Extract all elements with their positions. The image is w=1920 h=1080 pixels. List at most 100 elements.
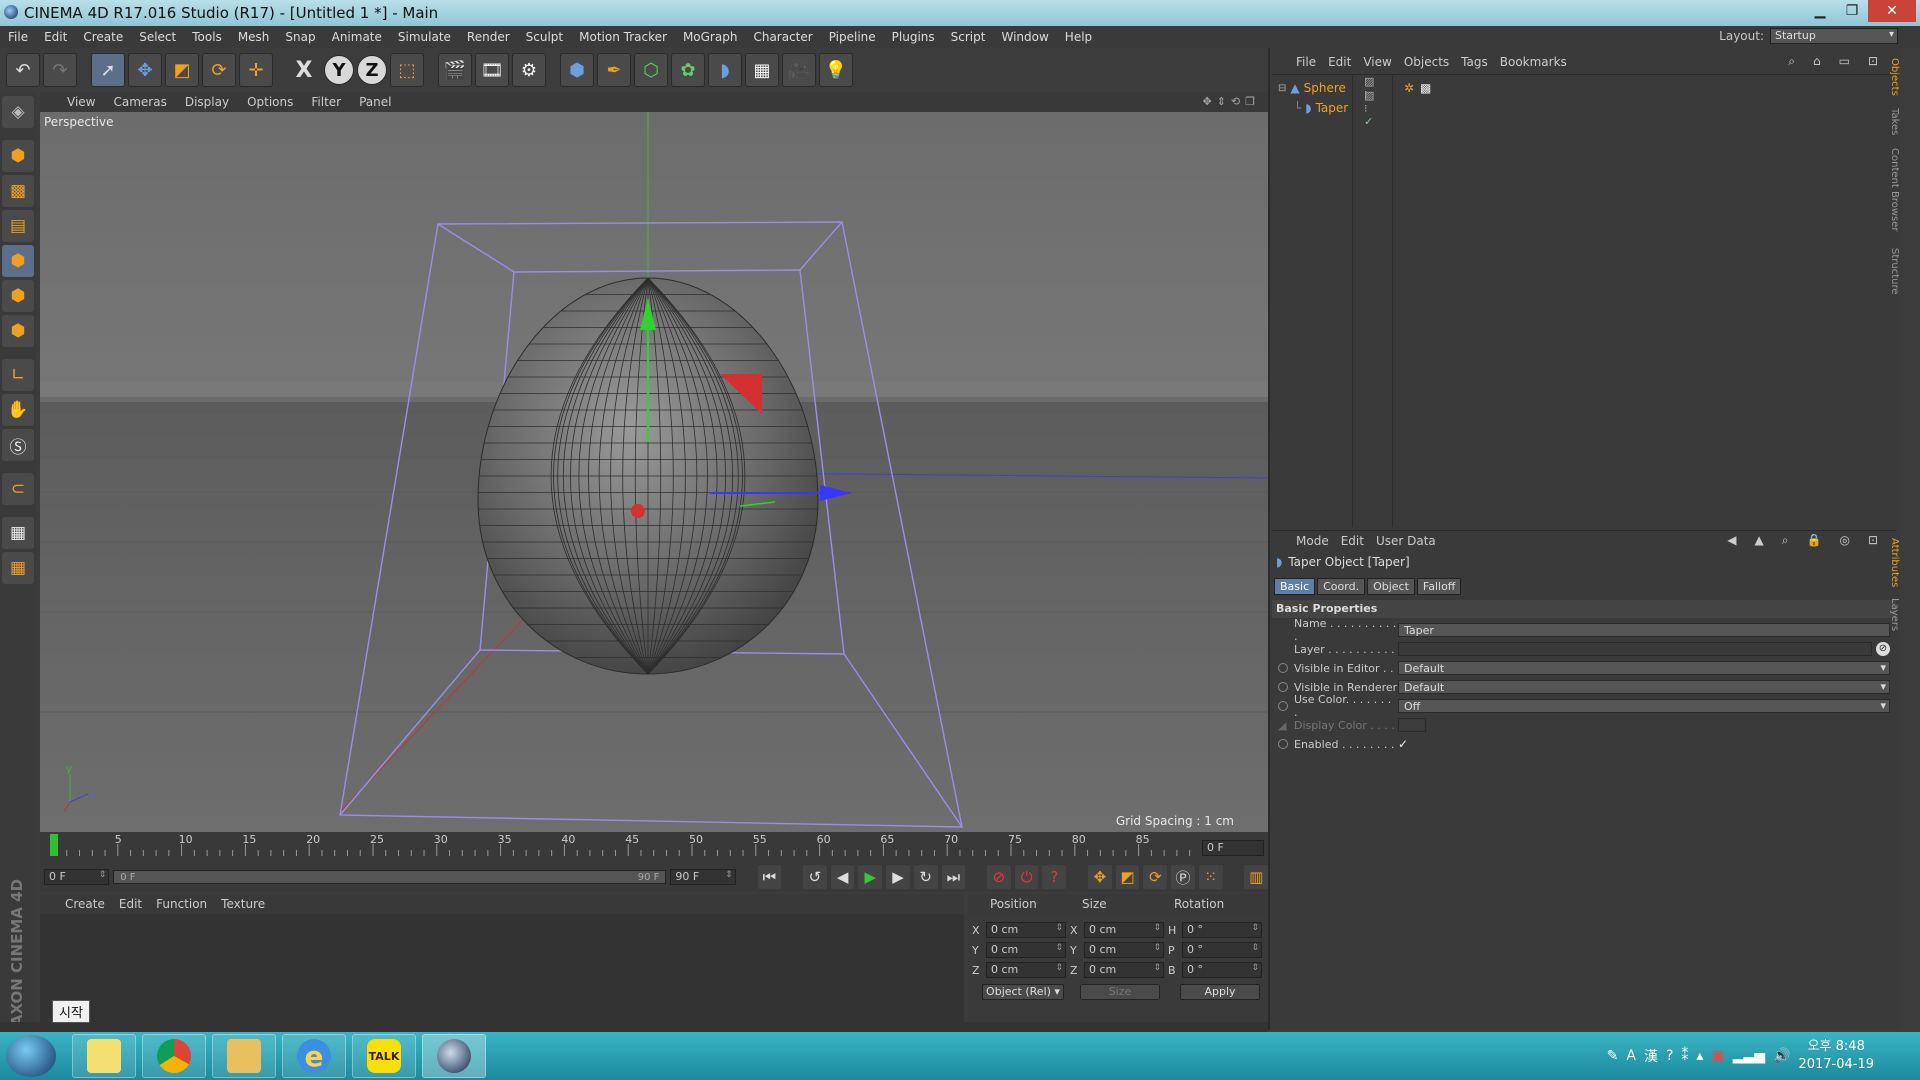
animate-toggle-icon[interactable] [1278, 739, 1288, 749]
model-mode-button[interactable]: ⬢ [2, 140, 34, 172]
add-camera-button[interactable]: 🎥 [782, 53, 816, 87]
menu-simulate[interactable]: Simulate [390, 30, 459, 44]
display-color-swatch[interactable] [1398, 718, 1426, 732]
go-to-end-button[interactable]: ⏭ [941, 865, 966, 889]
add-subdivision-button[interactable]: ⬡ [634, 53, 668, 87]
menu-mesh[interactable]: Mesh [230, 30, 278, 44]
viewport-camera-label[interactable]: Perspective [44, 115, 114, 129]
object-name-sphere[interactable]: Sphere [1304, 81, 1346, 95]
go-to-previous-key-button[interactable]: ↺ [803, 865, 827, 889]
object-row-sphere[interactable]: ⊟ ▲ Sphere ▨ ⁝ ✲ ▩ [1278, 75, 1431, 101]
planar-workplane-button[interactable]: ▦ [2, 552, 34, 584]
taskbar-kakaotalk[interactable]: TALK [352, 1034, 416, 1078]
max-time-field[interactable]: 90 F [670, 869, 736, 885]
visible-in-editor-dropdown[interactable]: Default [1398, 661, 1890, 675]
menu-file[interactable]: File [0, 30, 36, 44]
preview-range-slider[interactable]: 0 F 90 F [113, 870, 667, 884]
objects-menu-objects[interactable]: Objects [1398, 55, 1455, 69]
render-view-button[interactable]: 🎬 [438, 53, 472, 87]
apply-button[interactable]: Apply [1180, 984, 1260, 1000]
timeline-ruler[interactable]: 051015202530354045505560657075808590 0 F [40, 832, 1268, 862]
new-view-icon[interactable]: ▭ [1833, 54, 1862, 68]
attribute-manager-tool-icons[interactable]: ◀ ▲ ⌕ 🔒 ◎ ⊡ [1721, 533, 1890, 548]
material-menu-function[interactable]: Function [149, 897, 214, 911]
go-to-next-key-button[interactable]: ↻ [913, 865, 938, 889]
viewport-menu-display[interactable]: Display [176, 95, 238, 109]
position-x-field[interactable]: 0 cm [986, 922, 1066, 938]
back-arrow-icon[interactable]: ◀ [1721, 533, 1748, 547]
menu-character[interactable]: Character [745, 30, 820, 44]
viewport-menu-view[interactable]: View [58, 95, 104, 109]
go-to-start-button[interactable]: ⏮ [757, 865, 782, 889]
objects-menu-tags[interactable]: Tags [1455, 55, 1494, 69]
record-position-button[interactable]: ✥ [1088, 865, 1112, 889]
record-active-objects-button[interactable]: ⊘ [987, 865, 1011, 889]
maximize-panel-icon[interactable]: ⊡ [1862, 533, 1890, 547]
undo-button[interactable]: ↶ [6, 53, 40, 87]
move-tool-button[interactable]: ✥ [128, 53, 162, 87]
solo-mode-button[interactable]: Ⓢ [2, 429, 34, 461]
menu-create[interactable]: Create [75, 30, 131, 44]
scale-tool-button[interactable]: ◩ [165, 53, 199, 87]
lock-icon[interactable]: 🔒 [1801, 533, 1834, 547]
object-list[interactable]: ⊟ ▲ Sphere ▨ ⁝ ✲ ▩ └ ◗ Taper ▨ ⁝ ✓ [1272, 74, 1896, 527]
tab-coord[interactable]: Coord. [1317, 578, 1366, 595]
material-menu-texture[interactable]: Texture [214, 897, 272, 911]
menu-help[interactable]: Help [1057, 30, 1100, 44]
viewport-menu-panel[interactable]: Panel [350, 95, 400, 109]
size-z-field[interactable]: 0 cm [1084, 962, 1164, 978]
menu-motion-tracker[interactable]: Motion Tracker [571, 30, 675, 44]
ime-settings-icon[interactable]: ⁑ [1681, 1048, 1688, 1064]
ime-hanja-icon[interactable]: 漢 [1644, 1046, 1658, 1066]
perspective-viewport[interactable]: y z Perspective Grid Spacing : 1 cm [40, 112, 1268, 832]
clock[interactable]: 오후 8:48 2017-04-19 [1798, 1038, 1874, 1074]
viewport-menu-cameras[interactable]: Cameras [104, 95, 175, 109]
z-axis-lock-button[interactable]: Z [357, 55, 387, 85]
layout-dropdown[interactable]: Startup [1770, 28, 1898, 44]
material-menu-edit[interactable]: Edit [112, 897, 149, 911]
objects-menu-file[interactable]: File [1290, 55, 1322, 69]
make-editable-button[interactable]: ◈ [2, 96, 34, 128]
size-x-field[interactable]: 0 cm [1084, 922, 1164, 938]
animate-toggle-icon[interactable] [1278, 682, 1288, 692]
object-name-taper[interactable]: Taper [1316, 101, 1349, 115]
show-hidden-icons-icon[interactable]: ▴ [1696, 1048, 1703, 1064]
menu-pipeline[interactable]: Pipeline [821, 30, 884, 44]
go-to-previous-frame-button[interactable]: ◀ [830, 865, 855, 889]
menu-render[interactable]: Render [459, 30, 518, 44]
layer-clear-icon[interactable]: ⊘ [1876, 642, 1890, 656]
visible-in-renderer-dropdown[interactable]: Default [1398, 680, 1890, 694]
record-scale-button[interactable]: ◩ [1115, 865, 1140, 889]
rotation-b-field[interactable]: 0 ° [1182, 962, 1262, 978]
tab-falloff[interactable]: Falloff [1416, 578, 1462, 595]
coordinate-system-button[interactable]: ⬚ [390, 53, 424, 87]
keyframe-selection-button[interactable]: ? [1042, 865, 1067, 889]
name-input[interactable]: Taper [1398, 623, 1890, 637]
taskbar-internet-explorer[interactable]: e [282, 1034, 346, 1078]
home-icon[interactable]: ⌂ [1807, 54, 1833, 68]
menu-tools[interactable]: Tools [184, 30, 230, 44]
attributes-menu-user-data[interactable]: User Data [1370, 534, 1442, 548]
volume-icon[interactable]: 🔊 [1773, 1048, 1790, 1064]
size-mode-dropdown[interactable]: Size [1080, 984, 1160, 1000]
play-forwards-button[interactable]: ▶ [858, 865, 883, 889]
attributes-menu-edit[interactable]: Edit [1335, 534, 1370, 548]
start-button[interactable] [6, 1035, 56, 1077]
security-icon[interactable]: ▣ [1711, 1048, 1724, 1064]
material-manager-area[interactable] [40, 914, 964, 1024]
menu-mograph[interactable]: MoGraph [675, 30, 746, 44]
use-color-dropdown[interactable]: Off [1398, 699, 1890, 713]
rotation-p-field[interactable]: 0 ° [1182, 942, 1262, 958]
recent-tool-button[interactable]: ✛ [239, 53, 273, 87]
attributes-menu-mode[interactable]: Mode [1290, 534, 1335, 548]
go-to-next-frame-button[interactable]: ▶ [886, 865, 910, 889]
minimize-button[interactable]: ▁ [1804, 0, 1836, 22]
texture-mode-button[interactable]: ▩ [2, 175, 34, 207]
visibility-toggles-taper[interactable]: ▨ ⁝ ✓ [1364, 89, 1374, 128]
coordinate-mode-dropdown[interactable]: Object (Rel) ▾ [982, 984, 1064, 1000]
up-arrow-icon[interactable]: ▲ [1749, 533, 1776, 547]
autokeying-button[interactable]: ⏻ [1014, 865, 1039, 889]
taskbar-sticky-notes[interactable] [72, 1034, 136, 1078]
ime-a-icon[interactable]: A [1626, 1048, 1636, 1064]
menu-snap[interactable]: Snap [277, 30, 323, 44]
